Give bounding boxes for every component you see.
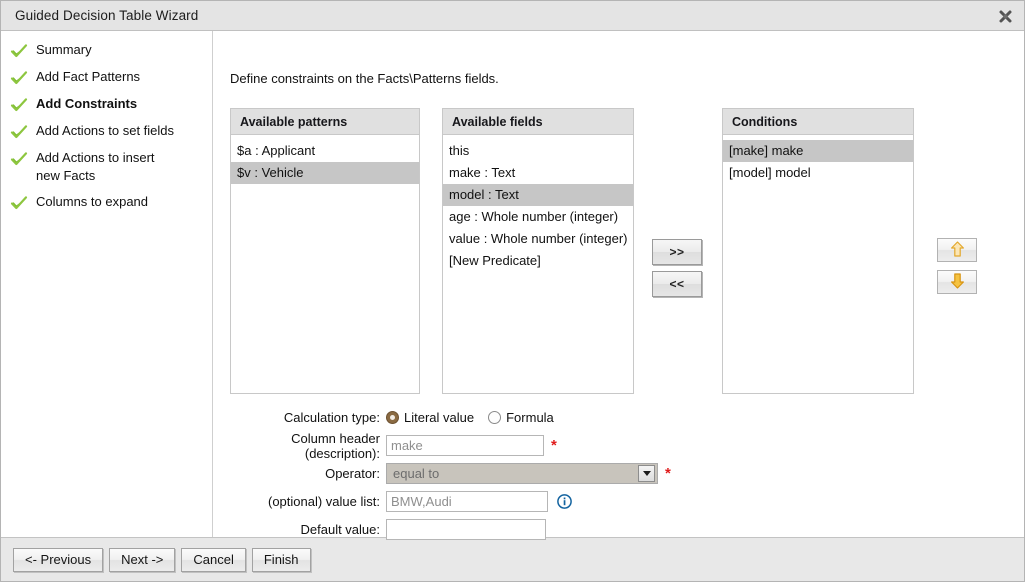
radio-mark-icon (488, 411, 501, 424)
calculation-type-row: Calculation type: Literal value Formula (223, 404, 783, 431)
sidebar-item-label: Add Actions to insert new Facts (36, 149, 178, 185)
default-value-row: Default value: (223, 516, 783, 543)
panel-title: Available patterns (231, 109, 419, 135)
radio-literal-value[interactable]: Literal value (386, 410, 474, 425)
green-check-icon (10, 123, 28, 141)
list-item[interactable]: [make] make (723, 140, 913, 162)
previous-button[interactable]: <- Previous (13, 548, 103, 572)
sidebar-item-label: Add Fact Patterns (36, 68, 140, 86)
radio-label: Literal value (404, 410, 474, 425)
list-item[interactable]: value : Whole number (integer) (443, 228, 633, 250)
sidebar-item-add-actions-set-fields[interactable]: Add Actions to set fields (1, 118, 212, 145)
column-header-label: Column header (description): (223, 431, 386, 461)
wizard-steps-sidebar: Summary Add Fact Patterns Add Constraint… (1, 31, 213, 537)
value-list-label: (optional) value list: (223, 494, 386, 509)
next-button[interactable]: Next -> (109, 548, 175, 572)
list-item[interactable]: model : Text (443, 184, 633, 206)
panel-title: Available fields (443, 109, 633, 135)
list-item[interactable]: age : Whole number (integer) (443, 206, 633, 228)
list-item[interactable]: [model] model (723, 162, 913, 184)
wizard-window: Guided Decision Table Wizard Summary (0, 0, 1025, 582)
constraint-form: Calculation type: Literal value Formula (223, 404, 783, 544)
list-item[interactable]: this (443, 140, 633, 162)
value-list-input[interactable] (386, 491, 548, 512)
sidebar-item-label: Add Actions to set fields (36, 122, 174, 140)
move-up-button[interactable] (937, 238, 977, 262)
green-check-icon (10, 42, 28, 60)
calculation-type-label: Calculation type: (223, 410, 386, 425)
sidebar-item-label: Summary (36, 41, 92, 59)
list-item[interactable]: make : Text (443, 162, 633, 184)
sidebar-item-columns-to-expand[interactable]: Columns to expand (1, 189, 212, 216)
sidebar-item-add-constraints[interactable]: Add Constraints (1, 91, 212, 118)
move-down-button[interactable] (937, 270, 977, 294)
green-check-icon (10, 194, 28, 212)
window-title: Guided Decision Table Wizard (15, 8, 198, 23)
green-check-icon (10, 69, 28, 87)
available-fields-list[interactable]: this make : Text model : Text age : Whol… (443, 135, 633, 393)
window-titlebar: Guided Decision Table Wizard (1, 1, 1024, 31)
conditions-panel: Conditions [make] make [model] model (722, 108, 914, 394)
close-icon[interactable] (997, 8, 1013, 24)
operator-row: Operator: equal to * (223, 460, 783, 487)
panel-title: Conditions (723, 109, 913, 135)
value-list-row: (optional) value list: (223, 488, 783, 515)
finish-button[interactable]: Finish (252, 548, 311, 572)
available-fields-panel: Available fields this make : Text model … (442, 108, 634, 394)
list-item[interactable]: $a : Applicant (231, 140, 419, 162)
arrow-down-icon (950, 273, 965, 292)
required-marker: * (665, 466, 671, 481)
radio-formula[interactable]: Formula (488, 410, 554, 425)
add-field-button[interactable]: >> (652, 239, 702, 265)
chevron-down-icon[interactable] (638, 465, 655, 482)
sidebar-item-label: Add Constraints (36, 95, 137, 113)
required-marker: * (551, 438, 557, 453)
remove-field-button[interactable]: << (652, 271, 702, 297)
operator-selected-value: equal to (387, 466, 638, 481)
main-content: Define constraints on the Facts\Patterns… (213, 31, 1024, 537)
default-value-label: Default value: (223, 522, 386, 537)
sidebar-item-add-actions-insert-facts[interactable]: Add Actions to insert new Facts (1, 145, 212, 189)
instruction-text: Define constraints on the Facts\Patterns… (230, 71, 499, 86)
window-body: Summary Add Fact Patterns Add Constraint… (1, 31, 1024, 537)
green-check-icon (10, 96, 28, 114)
conditions-list[interactable]: [make] make [model] model (723, 135, 913, 393)
calculation-type-radio-group[interactable]: Literal value Formula (386, 410, 568, 425)
available-patterns-list[interactable]: $a : Applicant $v : Vehicle (231, 135, 419, 393)
list-item[interactable]: $v : Vehicle (231, 162, 419, 184)
sidebar-item-summary[interactable]: Summary (1, 37, 212, 64)
arrow-up-icon (950, 241, 965, 260)
default-value-input[interactable] (386, 519, 546, 540)
sidebar-item-label: Columns to expand (36, 193, 148, 211)
operator-select[interactable]: equal to (386, 463, 658, 484)
column-header-input[interactable] (386, 435, 544, 456)
column-header-row: Column header (description): * (223, 432, 783, 459)
list-item[interactable]: [New Predicate] (443, 250, 633, 272)
info-circle-icon[interactable] (557, 494, 572, 509)
sidebar-item-add-fact-patterns[interactable]: Add Fact Patterns (1, 64, 212, 91)
radio-label: Formula (506, 410, 554, 425)
radio-mark-icon (386, 411, 399, 424)
available-patterns-panel: Available patterns $a : Applicant $v : V… (230, 108, 420, 394)
operator-label: Operator: (223, 466, 386, 481)
cancel-button[interactable]: Cancel (181, 548, 245, 572)
green-check-icon (10, 150, 28, 168)
